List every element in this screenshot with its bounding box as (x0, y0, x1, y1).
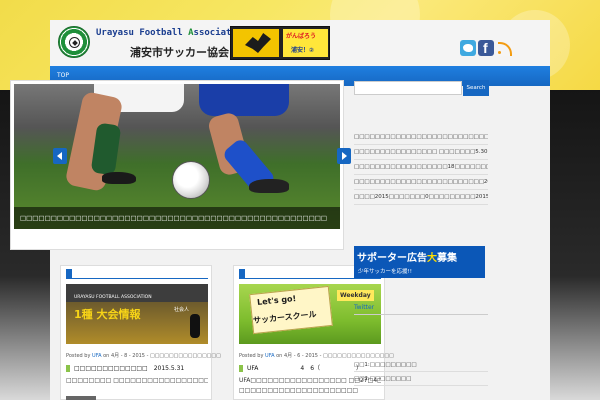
thumb-caption-sub: 社会人 (174, 307, 190, 313)
banner-headline: サポーター広告大募集 (357, 249, 457, 264)
supporter-ad-banner[interactable]: サポーター広告大募集 少年サッカーを応援!! (354, 246, 485, 278)
search-button[interactable]: Search (463, 80, 489, 96)
list-item[interactable]: □□□□□□□□□□□□□□□□□□□□□□□□□□2015.5.31□□ (354, 130, 488, 145)
soccer-ball-icon (69, 37, 80, 48)
thumb-sign (249, 285, 333, 335)
slide-caption[interactable]: □□□□□□□□□□□□□□□□□□□□□□□□□□□□□□□□□□□□□□□□… (14, 207, 340, 229)
player-shoe (249, 179, 289, 193)
nav-item-top[interactable]: TOP (57, 72, 69, 79)
banner-headline-accent: 大 (427, 253, 437, 264)
site-title-en-part: Urayasu Football (96, 28, 189, 38)
sidebar-bottom-list: □□1:□□□□□□□□□ □□2:□□□□□□□□ (354, 358, 488, 386)
post-card: URAYASU FOOTBALL ASSOCIATION 1種 大会情報 社会人… (60, 265, 221, 400)
banner-headline-part: 募集 (437, 253, 457, 264)
slider-prev-arrow-icon[interactable] (53, 148, 67, 164)
blue-shorts (199, 84, 289, 116)
meta-prefix: Posted by (239, 353, 266, 359)
post-thumbnail[interactable]: URAYASU FOOTBALL ASSOCIATION 1種 大会情報 社会人 (66, 284, 208, 344)
meta-suffix: on 4月 - 8 - 2015 - □□□□□□□□□□□□□□□ (101, 353, 221, 359)
player-shoe (102, 172, 136, 184)
site-title-jp[interactable]: 浦安市サッカー協会 (130, 44, 229, 60)
post-title[interactable]: UFA 4 6（ ） (239, 363, 362, 372)
facebook-icon[interactable] (478, 40, 494, 56)
meta-prefix: Posted by (66, 353, 93, 359)
search-input[interactable] (354, 81, 462, 95)
player-silhouette (190, 314, 200, 338)
ganbaro-banner[interactable]: がんばろう 浦安！② (230, 26, 330, 60)
post-title[interactable]: □□□□□□□□□□□□□ 2015.5.31 (66, 363, 184, 372)
rss-icon[interactable] (496, 40, 512, 56)
site-header: Urayasu Football Association 浦安市サッカー協会 が… (50, 20, 550, 66)
twitter-widget-title: Twitter (354, 304, 488, 315)
thumb-caption-jp: 1種 大会情報 (74, 308, 141, 321)
list-item[interactable]: □□□□□□□□□□□□□□□□□□18□□□□□□□□ (354, 160, 488, 175)
post-author-link[interactable]: UFA (265, 353, 275, 359)
post-meta: Posted by UFA on 4月 - 8 - 2015 - □□□□□□□… (66, 352, 221, 359)
list-item[interactable]: □□2:□□□□□□□□ (354, 372, 488, 386)
twitter-icon[interactable] (460, 40, 476, 56)
list-item[interactable]: □□□□□□□□□□□□□□□□ □□□□□□□5.30□□□ (354, 145, 488, 160)
banner-subline: 少年サッカーを応援!! (358, 269, 412, 275)
slider-next-arrow-icon[interactable] (337, 148, 351, 164)
list-item[interactable]: □□□□□□□□□□□□□□□□□□□□□□□□□2015.5.24□□□ (354, 175, 488, 190)
post-author-link[interactable]: UFA (92, 353, 102, 359)
site-logo[interactable] (58, 26, 90, 58)
soccer-ball (172, 161, 210, 199)
featured-slider[interactable]: □□□□□□□□□□□□□□□□□□□□□□□□□□□□□□□□□□□□□□□□… (10, 80, 344, 250)
thumb-caption-en: URAYASU FOOTBALL ASSOCIATION (74, 295, 152, 300)
site-title-en[interactable]: Urayasu Football Association (96, 28, 248, 38)
banner-line2: 浦安！② (291, 47, 315, 54)
post-header-bar (66, 269, 208, 279)
recent-posts-list: □□□□□□□□□□□□□□□□□□□□□□□□□□2015.5.31□□ □□… (354, 130, 488, 205)
thumb-weekday-tag: Weekday (337, 290, 374, 301)
banner-left-panel (233, 29, 279, 57)
post-excerpt: □□□□□□□□ □□□□□□□□□□□□□□□□□□□ □□□□□□□□□□□… (66, 377, 208, 384)
post-excerpt-cont: □□□□□□□□□□□□□□□□□□□□□ (239, 387, 359, 394)
banner-headline-part: サポーター広告 (357, 253, 427, 264)
list-item[interactable]: □□1:□□□□□□□□□ (354, 358, 488, 372)
bird-emblem-icon (245, 33, 271, 53)
list-item[interactable]: □□□□2015□□□□□□□0□□□□□□□□□2015.5.9□□ (354, 190, 488, 205)
banner-line1: がんばろう (286, 33, 317, 40)
read-more-button[interactable] (66, 396, 96, 400)
